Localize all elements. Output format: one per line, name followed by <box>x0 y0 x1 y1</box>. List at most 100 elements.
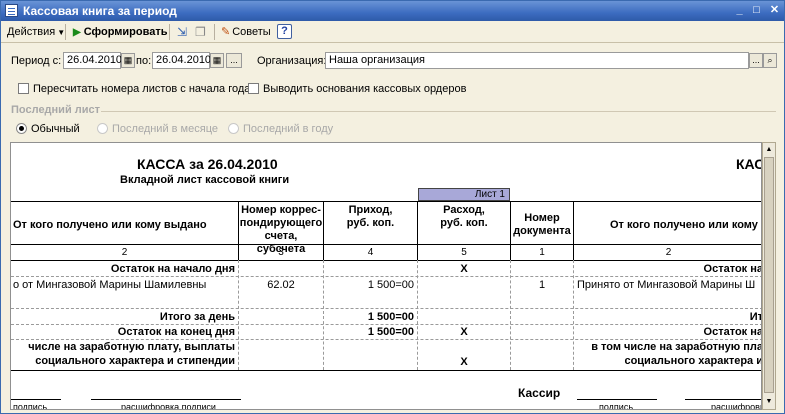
table-top-line <box>11 201 761 202</box>
renumber-checkbox[interactable] <box>18 83 29 94</box>
cashier-label: Кассир <box>518 386 561 400</box>
period-to-label: по: <box>136 55 152 67</box>
copy-icon[interactable]: ❐ <box>195 24 206 40</box>
toolbar: Действия ▼ ▶ Сформировать ⇲ ❐ ✎ Советы ? <box>1 21 784 43</box>
col-number: 3 <box>278 247 284 258</box>
scroll-up-icon[interactable]: ▲ <box>764 144 774 155</box>
col-number: 1 <box>539 247 545 258</box>
generate-label: Сформировать <box>83 26 168 38</box>
pen-icon: ✎ <box>221 26 231 38</box>
document-icon <box>5 4 18 17</box>
table-bottom-line <box>11 370 761 371</box>
col-number: 2 <box>121 247 128 258</box>
signature-caption-right: подпись <box>599 402 634 410</box>
radio-last-year[interactable] <box>228 123 239 134</box>
report-title: КАССА за 26.04.2010 <box>137 156 278 172</box>
signature-line <box>577 399 657 400</box>
organization-input[interactable]: Наша организация <box>325 52 749 69</box>
col-number: 4 <box>367 247 374 258</box>
opening-balance-label: Остаток на начало дня <box>110 263 235 275</box>
report-window: Кассовая книга за период _ □ ✕ Действия ▼… <box>0 0 785 414</box>
play-icon: ▶ <box>73 27 81 38</box>
show-basis-checkbox[interactable] <box>248 83 259 94</box>
salary-right-1: в том числе на заработную пла <box>591 341 762 353</box>
closing-balance-label: Остаток на конец дня <box>117 326 235 338</box>
opening-expense: X <box>460 263 468 275</box>
last-sheet-group-label: Последний лист <box>11 104 101 116</box>
header-from-to: От кого получено или кому выдано <box>13 219 207 231</box>
header-doc-number: Номер документа <box>513 212 571 237</box>
period-from-input[interactable]: 26.04.2010 <box>63 52 122 69</box>
col-number: 2 <box>665 247 672 258</box>
entry-account: 62.02 <box>267 279 295 291</box>
salary-line-1: числе на заработную плату, выплаты <box>28 341 235 353</box>
signature-line <box>91 399 241 400</box>
radio-last-year-label: Последний в году <box>243 123 334 135</box>
close-button[interactable]: ✕ <box>767 4 782 18</box>
window-title: Кассовая книга за период <box>23 4 177 18</box>
colnum-bottom-line <box>11 260 761 261</box>
tips-button[interactable]: ✎ Советы <box>221 24 271 40</box>
salary-line-2: социального характера и стипендии <box>35 355 235 367</box>
signature-caption: подпись <box>13 402 48 410</box>
actions-label: Действия <box>7 26 56 38</box>
row-line <box>11 339 761 340</box>
entry-doc: 1 <box>538 279 546 291</box>
day-total-right: Ит <box>749 311 762 323</box>
radio-last-month[interactable] <box>97 123 108 134</box>
salary-right-2: социального характера и <box>624 355 762 367</box>
report-spreadsheet[interactable]: КАССА за 26.04.2010 КАС Вкладной лист ка… <box>10 142 762 410</box>
report-title-right: КАС <box>736 156 762 172</box>
header-expense: Расход, руб. коп. <box>440 204 488 229</box>
show-basis-label: Выводить основания кассовых ордеров <box>263 83 467 95</box>
radio-normal-label: Обычный <box>31 123 80 135</box>
closing-expense: X <box>460 326 468 338</box>
day-total-label: Итого за день <box>159 311 235 323</box>
expand-groups-icon[interactable]: ⇲ <box>177 24 187 40</box>
search-icon[interactable]: ⌕ <box>763 53 777 68</box>
header-from-to-right: От кого получено или кому вы <box>610 219 762 231</box>
toolbar-separator <box>65 24 66 40</box>
opening-balance-right: Остаток на <box>703 263 762 275</box>
sheet-number: Лист 1 <box>418 188 510 201</box>
radio-last-month-label: Последний в месяце <box>112 123 218 135</box>
signature-decode-caption-right: расшифровка <box>711 402 761 410</box>
actions-menu[interactable]: Действия ▼ <box>7 24 65 40</box>
day-total-income: 1 500=00 <box>367 311 414 323</box>
renumber-label: Пересчитать номера листов с начала года <box>33 83 251 95</box>
header-bottom-line <box>11 244 761 245</box>
row-line <box>11 324 761 325</box>
minimize-button[interactable]: _ <box>732 4 747 18</box>
maximize-button[interactable]: □ <box>749 4 764 18</box>
calendar-icon[interactable]: ▦ <box>121 53 135 68</box>
calendar-icon[interactable]: ▦ <box>210 53 224 68</box>
signature-line <box>11 399 61 400</box>
title-bar: Кассовая книга за период _ □ ✕ <box>1 1 784 21</box>
scroll-thumb[interactable] <box>764 157 774 393</box>
entry-right: Принято от Мингазовой Марины Ш <box>577 279 756 291</box>
radio-normal[interactable] <box>16 123 27 134</box>
toolbar-separator <box>214 24 215 40</box>
tips-label: Советы <box>232 26 271 38</box>
signature-line <box>685 399 761 400</box>
entry-income: 1 500=00 <box>367 279 414 291</box>
row-line <box>11 276 761 277</box>
organization-select-button[interactable]: ... <box>749 53 763 68</box>
scroll-down-icon[interactable]: ▼ <box>764 396 774 407</box>
generate-button[interactable]: ▶ Сформировать <box>73 24 168 40</box>
col-number: 5 <box>461 247 467 258</box>
vertical-scrollbar[interactable]: ▲ ▼ <box>762 142 776 410</box>
report-subtitle: Вкладной лист кассовой книги <box>120 174 290 186</box>
closing-income: 1 500=00 <box>367 326 414 338</box>
period-to-input[interactable]: 26.04.2010 <box>152 52 211 69</box>
signature-decode-caption: расшифровка подписи <box>121 402 216 410</box>
period-select-button[interactable]: ... <box>226 53 242 68</box>
row-line <box>11 308 761 309</box>
salary-expense: X <box>460 356 468 368</box>
period-from-label: Период с: <box>11 55 62 67</box>
entry-name: о от Мингазовой Марины Шамилевны <box>13 279 207 291</box>
dropdown-arrow-icon: ▼ <box>57 28 66 37</box>
header-income: Приход, руб. коп. <box>346 204 395 229</box>
help-button[interactable]: ? <box>277 24 292 39</box>
organization-label: Организация: <box>257 55 327 67</box>
